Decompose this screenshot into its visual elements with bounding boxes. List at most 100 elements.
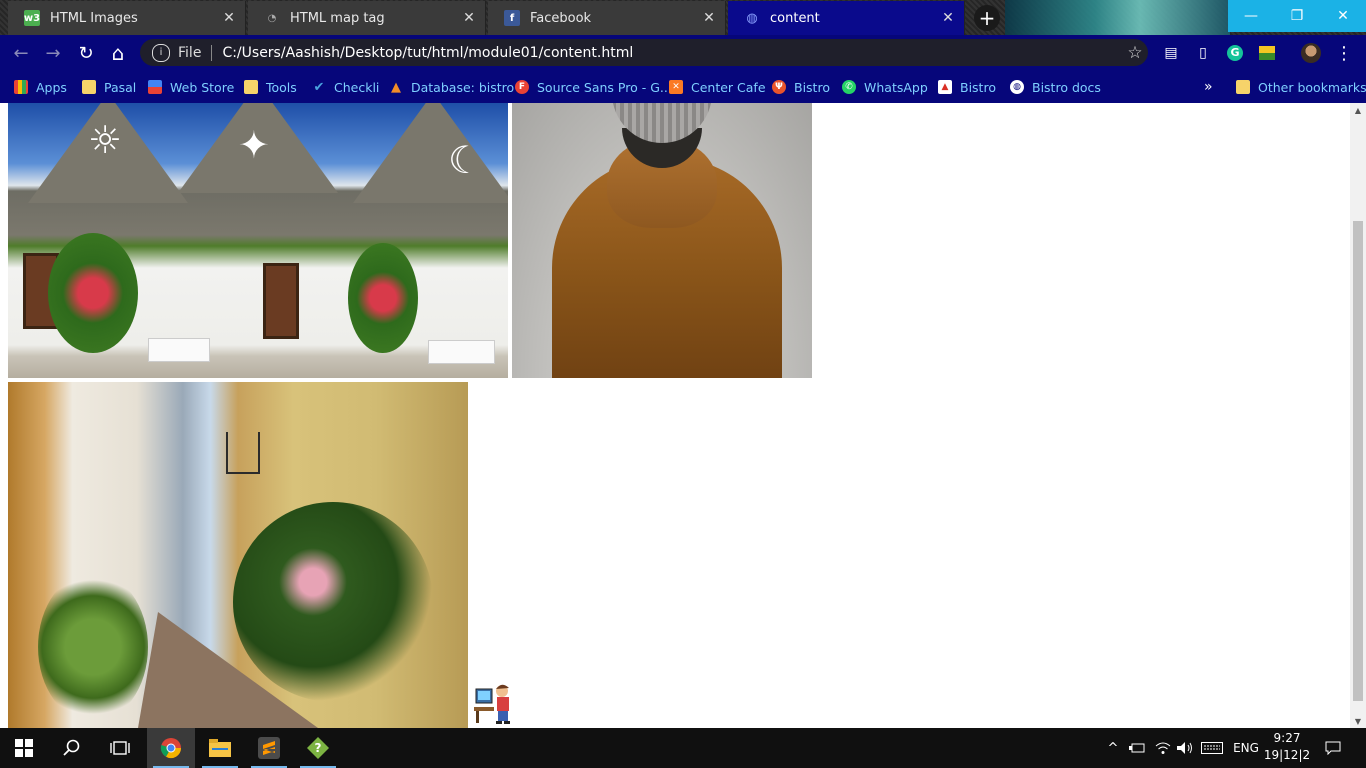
checkmark-icon: ✔ (313, 79, 325, 95)
bookmark-whatsapp[interactable]: ✆ WhatsApp (842, 78, 928, 96)
bookmark-label: Bistro (794, 79, 830, 95)
bookmark-label: Bistro docs (1032, 79, 1101, 95)
star-symbol: ✦ (238, 123, 270, 167)
windows-taskbar: ? ^ ENG 9:27 19|12|2 (0, 728, 1366, 768)
windows-start-icon[interactable] (0, 728, 48, 768)
restore-button[interactable]: ❐ (1274, 0, 1320, 32)
tab-title: HTML Images (50, 10, 138, 26)
battery-icon[interactable] (1126, 728, 1148, 768)
bookmark-apps[interactable]: Apps (14, 78, 67, 96)
generic-page-icon: ◔ (267, 12, 277, 24)
bookmark-label: Tools (266, 79, 297, 95)
folder-icon (82, 80, 96, 94)
page-viewport: ☼ ✦ ☾ (0, 103, 1350, 728)
url-scheme: File (178, 44, 202, 61)
url-text[interactable]: C:/Users/Aashish/Desktop/tut/html/module… (222, 45, 1122, 61)
bookmark-center-cafe[interactable]: ✕ Center Cafe (669, 78, 766, 96)
sublime-text-icon[interactable] (245, 728, 293, 768)
new-tab-button[interactable]: + (974, 5, 1000, 31)
bookmark-bistro-2[interactable]: ▲ Bistro (938, 78, 996, 96)
phpmyadmin-icon: ▲ (391, 79, 401, 95)
avatar[interactable] (1300, 42, 1322, 64)
reload-button[interactable]: ↻ (75, 42, 97, 64)
flowering-plants (233, 502, 433, 702)
w3schools-icon: w3 (24, 10, 40, 26)
clock[interactable]: 9:27 19|12|2 (1262, 730, 1312, 766)
extension-clipboard-icon[interactable]: ▤ (1160, 42, 1182, 64)
chevron-up-icon[interactable]: ^ (1104, 728, 1122, 768)
wifi-icon[interactable] (1152, 728, 1174, 768)
close-window-button[interactable]: ✕ (1320, 0, 1366, 32)
scroll-down-arrow[interactable]: ▼ (1350, 714, 1366, 728)
help-app-icon[interactable]: ? (294, 728, 342, 768)
home-button[interactable]: ⌂ (107, 41, 129, 65)
bookmark-web-store[interactable]: Web Store (148, 78, 234, 96)
extension-game-icon[interactable] (1256, 42, 1278, 64)
potted-plants (38, 572, 148, 722)
bookmarks-bar: Apps Pasal Web Store Tools ✔ Checkli ▲ D… (0, 70, 1366, 103)
bookmark-pasal[interactable]: Pasal (82, 78, 136, 96)
file-explorer-icon[interactable] (196, 728, 244, 768)
scroll-up-arrow[interactable]: ▲ (1350, 103, 1366, 117)
close-tab-icon[interactable]: ✕ (217, 10, 241, 26)
close-tab-icon[interactable]: ✕ (936, 10, 960, 26)
trulli-houses-image: ☼ ✦ ☾ (8, 103, 508, 378)
tab-html-map-tag[interactable]: ◔ HTML map tag ✕ (248, 1, 486, 35)
volume-icon[interactable] (1174, 728, 1196, 768)
globe-icon: ◍ (746, 10, 758, 26)
rose-bush (348, 243, 418, 353)
clock-date: 19|12|2 (1263, 748, 1311, 762)
hooded-person-image (512, 103, 812, 378)
scrollbar-thumb[interactable] (1353, 221, 1363, 701)
extension-device-icon[interactable]: ▯ (1192, 42, 1214, 64)
menu-button[interactable]: ⋮ (1333, 42, 1355, 64)
bookmark-checkli[interactable]: ✔ Checkli (312, 78, 380, 96)
moon-symbol: ☾ (448, 138, 483, 182)
tab-facebook[interactable]: f Facebook ✕ (488, 1, 726, 35)
bookmark-bistro-docs[interactable]: ◍ Bistro docs (1010, 78, 1101, 96)
bookmark-star-icon[interactable]: ☆ (1122, 43, 1148, 63)
bookmark-label: Pasal (104, 79, 137, 95)
back-button[interactable]: ← (10, 42, 32, 64)
tab-title: Facebook (530, 10, 592, 26)
bookmarks-overflow-button[interactable]: » (1204, 78, 1213, 96)
facebook-icon: f (504, 10, 520, 26)
bookmark-database-bistro[interactable]: ▲ Database: bistro (389, 78, 514, 96)
browser-toolbar: ← → ↻ ⌂ i File C:/Users/Aashish/Desktop/… (0, 35, 1366, 70)
site-info-icon[interactable]: i (152, 43, 170, 62)
folder-icon (244, 80, 258, 94)
notification-icon[interactable] (1318, 728, 1348, 768)
bookmark-tools[interactable]: Tools (244, 78, 297, 96)
divider (211, 44, 213, 61)
bookmark-label: Database: bistro (411, 79, 515, 95)
minimize-button[interactable]: — (1228, 0, 1274, 32)
keyboard-icon[interactable] (1198, 728, 1226, 768)
bookmark-label: Web Store (170, 79, 235, 95)
search-icon[interactable] (48, 728, 96, 768)
close-tab-icon[interactable]: ✕ (697, 10, 721, 26)
address-bar[interactable]: i File C:/Users/Aashish/Desktop/tut/html… (140, 39, 1148, 66)
bookmark-label: Center Cafe (691, 79, 766, 95)
grammarly-icon[interactable]: G (1224, 42, 1246, 64)
forward-button[interactable]: → (42, 42, 64, 64)
bookmark-label: Source Sans Pro - G... (537, 79, 672, 95)
theme-image (1005, 0, 1230, 35)
chrome-icon[interactable] (147, 728, 195, 768)
folder-icon (1236, 80, 1250, 94)
tab-title: content (770, 10, 820, 26)
bookmark-bistro[interactable]: Ψ Bistro (772, 78, 830, 96)
svg-text:?: ? (315, 741, 322, 755)
bookmark-label: WhatsApp (864, 79, 928, 95)
bookmark-other-bookmarks[interactable]: Other bookmarks (1236, 78, 1366, 96)
tab-html-images[interactable]: w3 HTML Images ✕ (8, 1, 246, 35)
google-fonts-icon: F (515, 80, 529, 94)
tab-content[interactable]: ◍ content ✕ (728, 1, 965, 35)
close-tab-icon[interactable]: ✕ (457, 10, 481, 26)
language-indicator[interactable]: ENG (1230, 728, 1262, 768)
task-view-icon[interactable] (96, 728, 144, 768)
flower-planter (148, 338, 210, 362)
sun-symbol: ☼ (88, 118, 123, 162)
balcony (226, 432, 260, 474)
vertical-scrollbar[interactable]: ▲ ▼ (1350, 103, 1366, 728)
bookmark-source-sans-pro[interactable]: F Source Sans Pro - G... (515, 78, 672, 96)
